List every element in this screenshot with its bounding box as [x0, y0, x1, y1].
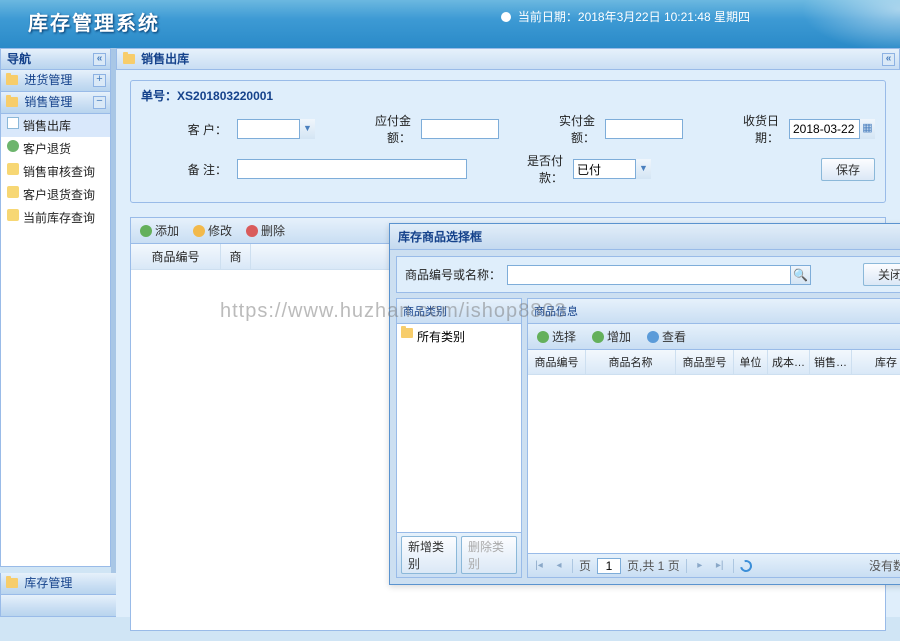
label-paid-flag: 是否付款：	[507, 152, 563, 186]
edit-icon	[193, 225, 205, 237]
dialog-title[interactable]: 库存商品选择框 ✕	[390, 224, 900, 250]
pager: |◂ ◂ 页 页,共 1 页 ▸ ▸| 没有数据	[528, 553, 900, 577]
col-unit[interactable]: 单位	[734, 350, 768, 374]
doc-icon	[7, 117, 19, 129]
product-toolbar: 选择 增加 查看	[528, 324, 900, 350]
product-grid-body	[528, 375, 900, 553]
view-button[interactable]: 查看	[644, 327, 689, 346]
clock-icon	[501, 12, 511, 22]
order-no: 单号：XS201803220001	[141, 87, 875, 104]
folder-icon	[6, 75, 18, 85]
no-data-label: 没有数据	[869, 557, 900, 574]
folder-icon	[401, 328, 413, 338]
col-cost[interactable]: 成本…	[768, 350, 810, 374]
query-icon	[7, 209, 19, 221]
delete-category-button[interactable]: 删除类别	[461, 536, 517, 574]
plus-icon	[140, 225, 152, 237]
delete-icon	[246, 225, 258, 237]
col-name[interactable]: 商品名称	[586, 350, 676, 374]
query-icon	[7, 163, 19, 175]
search-input[interactable]	[507, 265, 791, 285]
check-icon	[537, 331, 549, 343]
sidebar-section-sales[interactable]: 销售管理 −	[0, 92, 111, 114]
nav-tree: 销售出库 客户退货 销售审核查询 客户退货查询 当前库存查询	[0, 114, 111, 567]
calendar-icon[interactable]: ▦	[859, 119, 875, 139]
user-icon	[7, 140, 19, 152]
product-pane-title: 商品信息	[528, 299, 900, 324]
datetime-value: 2018年3月22日 10:21:48 星期四	[578, 10, 750, 24]
edit-button[interactable]: 修改	[190, 221, 235, 240]
paid-amt-field[interactable]	[605, 119, 683, 139]
category-pane: 商品类别 所有类别 新增类别 删除类别	[396, 298, 522, 578]
col-stock[interactable]: 库存	[852, 350, 900, 374]
page-input[interactable]	[597, 558, 621, 574]
folder-icon	[6, 578, 18, 588]
delete-button[interactable]: 删除	[243, 221, 288, 240]
app-title: 库存管理系统	[0, 0, 160, 48]
tab-label: 销售出库	[141, 52, 189, 66]
refresh-icon[interactable]	[738, 557, 754, 573]
col-code[interactable]: 商品编号	[528, 350, 586, 374]
collapse-icon[interactable]: −	[93, 96, 106, 109]
col-product-partial[interactable]: 商	[221, 244, 251, 269]
main: 销售出库 « 单号：XS201803220001 客 户： ▼ 应付金额：	[116, 48, 900, 617]
form-panel: 单号：XS201803220001 客 户： ▼ 应付金额： 实付金额： 收货	[130, 80, 886, 203]
nav-item-sales-audit-query[interactable]: 销售审核查询	[1, 160, 110, 183]
add-button[interactable]: 添加	[137, 221, 182, 240]
view-icon	[647, 331, 659, 343]
datetime: 当前日期：2018年3月22日 10:21:48 星期四	[501, 8, 750, 25]
product-picker-dialog: 库存商品选择框 ✕ 商品编号或名称： 🔍 关闭 商品类别	[389, 223, 900, 585]
label-customer: 客 户：	[171, 121, 227, 138]
col-model[interactable]: 商品型号	[676, 350, 734, 374]
label-due: 应付金额：	[355, 112, 411, 146]
sidebar-section-stock[interactable]: 库存管理 +	[0, 573, 135, 595]
nav-item-return-query[interactable]: 客户退货查询	[1, 183, 110, 206]
label-remark: 备 注：	[171, 161, 227, 178]
product-pane: 商品信息 选择 增加 查看 商品编号 商品名称 商品型号 单位 成本…	[527, 298, 900, 578]
chevron-down-icon[interactable]: ▼	[299, 119, 315, 139]
col-sale[interactable]: 销售…	[810, 350, 852, 374]
category-pane-title: 商品类别	[397, 299, 521, 324]
label-paid-amt: 实付金额：	[539, 112, 595, 146]
datetime-prefix: 当前日期：	[518, 10, 578, 24]
label-delivery: 收货日期：	[723, 112, 779, 146]
sidebar-section-purchase[interactable]: 进货管理 +	[0, 70, 111, 92]
sidebar: 导航 « 进货管理 + 销售管理 − 销售出库 客户退货 销售审核查询 客户退货…	[0, 48, 116, 617]
folder-icon	[6, 97, 18, 107]
select-button[interactable]: 选择	[534, 327, 579, 346]
pager-first[interactable]: |◂	[532, 559, 546, 573]
expand-icon[interactable]: +	[93, 74, 106, 87]
dialog-search-row: 商品编号或名称： 🔍 关闭	[396, 256, 900, 293]
nav-item-stock-query[interactable]: 当前库存查询	[1, 206, 110, 229]
page-total: 页,共 1 页	[627, 557, 680, 574]
chevron-down-icon[interactable]: ▼	[635, 159, 651, 179]
search-icon[interactable]: 🔍	[791, 265, 811, 285]
query-icon	[7, 186, 19, 198]
nav-header: 导航 «	[0, 48, 111, 70]
sidebar-section-placeholder[interactable]	[0, 595, 135, 617]
add-product-button[interactable]: 增加	[589, 327, 634, 346]
remark-field[interactable]	[237, 159, 467, 179]
col-product-code[interactable]: 商品编号	[131, 244, 221, 269]
search-label: 商品编号或名称：	[405, 266, 501, 283]
page-label: 页	[579, 557, 591, 574]
folder-icon	[123, 54, 135, 64]
due-field[interactable]	[421, 119, 499, 139]
tabbar: 销售出库 «	[116, 48, 900, 70]
category-root[interactable]: 所有类别	[397, 324, 521, 349]
add-category-button[interactable]: 新增类别	[401, 536, 457, 574]
dialog-close-button[interactable]: 关闭	[863, 263, 900, 286]
collapse-right-icon[interactable]: «	[882, 53, 895, 66]
pager-next[interactable]: ▸	[693, 559, 707, 573]
collapse-left-icon[interactable]: «	[93, 53, 106, 66]
nav-item-sales-out[interactable]: 销售出库	[1, 114, 110, 137]
save-button[interactable]: 保存	[821, 158, 875, 181]
plus-icon	[592, 331, 604, 343]
pager-last[interactable]: ▸|	[713, 559, 727, 573]
product-grid-header: 商品编号 商品名称 商品型号 单位 成本… 销售… 库存	[528, 350, 900, 375]
nav-item-customer-return[interactable]: 客户退货	[1, 137, 110, 160]
pager-prev[interactable]: ◂	[552, 559, 566, 573]
